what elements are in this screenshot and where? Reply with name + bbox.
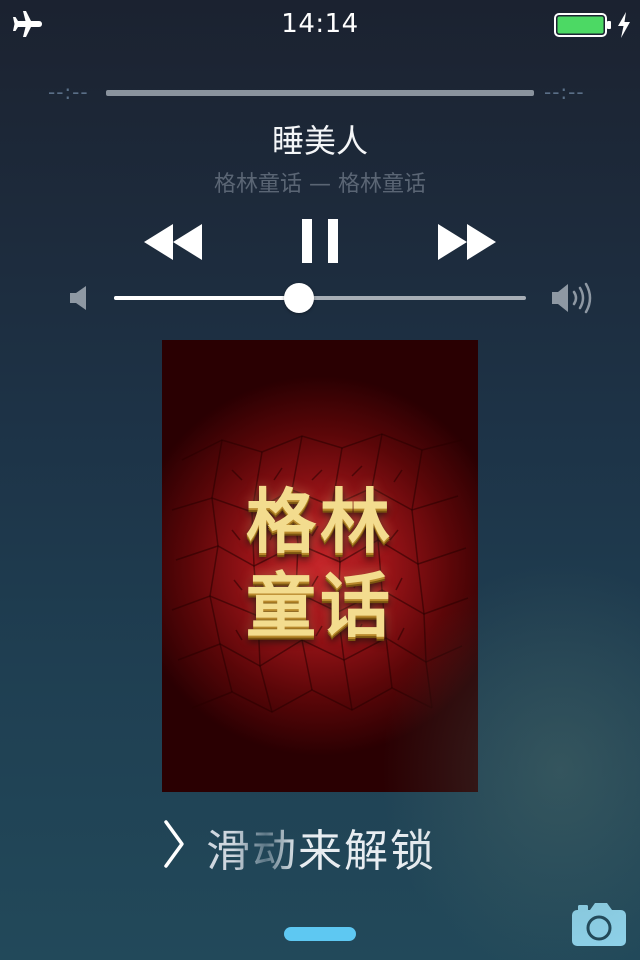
album-art: 格林 童话 bbox=[162, 340, 478, 792]
remaining-time: --:-- bbox=[544, 80, 585, 104]
battery-icon bbox=[554, 13, 611, 37]
album-art-title-line-1: 格林 bbox=[246, 480, 394, 563]
volume-slider-thumb[interactable] bbox=[284, 283, 315, 313]
rewind-icon bbox=[144, 224, 202, 260]
camera-icon[interactable] bbox=[570, 900, 628, 948]
album-art-title-line-2: 童话 bbox=[246, 564, 394, 647]
elapsed-time: --:-- bbox=[48, 80, 89, 104]
pause-icon bbox=[302, 219, 338, 263]
lock-screen: 14:14 --:-- --:-- 睡美人 格林童话 — 格林童话 格林 童话 … bbox=[0, 0, 640, 960]
status-bar: 14:14 bbox=[0, 0, 640, 48]
chevron-right-icon bbox=[164, 820, 184, 868]
rewind-button[interactable] bbox=[140, 220, 206, 264]
volume-high-icon bbox=[552, 282, 592, 314]
fast-forward-button[interactable] bbox=[434, 220, 500, 264]
fast-forward-icon bbox=[438, 224, 496, 260]
volume-slider[interactable] bbox=[114, 296, 526, 300]
volume-low-icon bbox=[70, 286, 86, 310]
home-grabber[interactable] bbox=[284, 927, 356, 941]
volume-fill bbox=[114, 296, 300, 300]
track-artist-album: 格林童话 — 格林童话 bbox=[214, 172, 426, 197]
progress-scrubber[interactable] bbox=[106, 90, 534, 96]
status-clock: 14:14 bbox=[281, 9, 359, 39]
pause-button[interactable] bbox=[298, 216, 342, 266]
charging-bolt-icon bbox=[618, 12, 630, 38]
track-title: 睡美人 bbox=[271, 122, 368, 160]
slide-to-unlock[interactable]: 滑动来解锁 bbox=[206, 815, 436, 879]
album-art-title: 格林 童话 bbox=[162, 480, 478, 648]
